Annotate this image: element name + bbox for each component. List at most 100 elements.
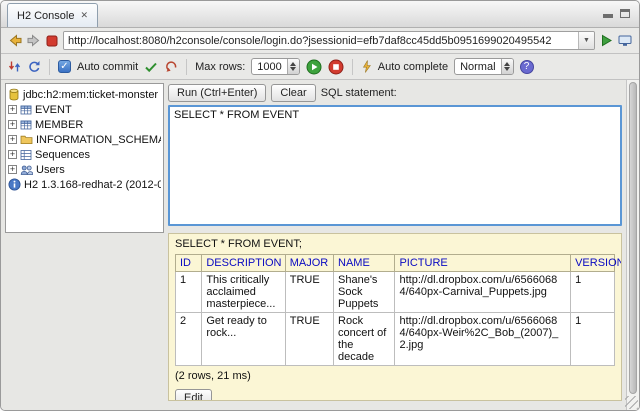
close-icon[interactable]: ✕ (80, 10, 88, 21)
tree-item-label: INFORMATION_SCHEMA (36, 134, 161, 146)
sql-input[interactable]: SELECT * FROM EVENT (168, 105, 622, 226)
cell-version: 1 (571, 272, 615, 313)
tree-item-label: Users (36, 164, 65, 176)
tree-item-event[interactable]: EVENT (8, 102, 161, 117)
tree-item-sequences[interactable]: Sequences (8, 147, 161, 162)
tree-item-member[interactable]: MEMBER (8, 117, 161, 132)
sql-statement-label: SQL statement: (321, 87, 397, 99)
back-icon[interactable] (8, 34, 22, 47)
column-header-id[interactable]: ID (176, 255, 202, 272)
expand-icon[interactable] (8, 135, 17, 144)
tree-item-label: MEMBER (35, 119, 83, 131)
url-input[interactable] (64, 32, 578, 49)
executed-statement: SELECT * FROM EVENT; (175, 238, 615, 250)
expand-icon[interactable] (8, 165, 17, 174)
column-header-major[interactable]: MAJOR (285, 255, 333, 272)
auto-commit-checkbox[interactable] (58, 60, 71, 73)
console-page: jdbc:h2:mem:ticket-monster EVENT MEMBER (1, 80, 639, 410)
cell-picture: http://dl.dropbox.com/u/65660684/640px-W… (395, 313, 571, 366)
resize-grip[interactable] (625, 396, 638, 409)
stop-icon[interactable] (46, 35, 58, 47)
run-button[interactable]: Run (Ctrl+Enter) (168, 84, 266, 102)
tree-item-information-schema[interactable]: INFORMATION_SCHEMA (8, 132, 161, 147)
tab-h2-console[interactable]: H2 Console ✕ (7, 3, 98, 27)
h2-console-window: H2 Console ✕ ▼ (0, 0, 640, 411)
scrollbar-thumb[interactable] (629, 82, 637, 394)
column-header-version[interactable]: VERSION (571, 255, 615, 272)
table-icon (20, 104, 32, 116)
result-table: ID DESCRIPTION MAJOR NAME PICTURE VERSIO… (175, 254, 615, 366)
tree-item-database[interactable]: jdbc:h2:mem:ticket-monster (8, 87, 161, 102)
query-toolbar: Run (Ctrl+Enter) Clear SQL statement: (168, 83, 622, 103)
open-external-icon[interactable] (618, 35, 632, 47)
clear-button[interactable]: Clear (271, 84, 315, 102)
go-icon[interactable] (600, 34, 613, 47)
expand-icon[interactable] (8, 105, 17, 114)
column-header-description[interactable]: DESCRIPTION (202, 255, 285, 272)
commit-icon[interactable] (144, 61, 158, 73)
cell-description: This critically acclaimed masterpiece... (202, 272, 285, 313)
tree-item-label: H2 1.3.168-redhat-2 (2012-07-13 (24, 179, 161, 191)
info-icon (8, 178, 21, 191)
table-row: 2 Get ready to rock... TRUE Rock concert… (176, 313, 615, 366)
stepper-icon (501, 59, 513, 74)
cell-description: Get ready to rock... (202, 313, 285, 366)
edit-button[interactable]: Edit (175, 389, 212, 401)
cell-version: 1 (571, 313, 615, 366)
folder-icon (20, 134, 33, 145)
table-icon (20, 119, 32, 131)
tree-item-users[interactable]: Users (8, 162, 161, 177)
window-controls (603, 9, 630, 18)
header-row: ID DESCRIPTION MAJOR NAME PICTURE VERSIO… (176, 255, 615, 272)
refresh-icon[interactable] (27, 60, 41, 73)
tree-item-label: Sequences (35, 149, 90, 161)
sequences-icon (20, 149, 32, 161)
tab-bar: H2 Console ✕ (1, 1, 639, 28)
cell-picture: http://dl.dropbox.com/u/65660684/640px-C… (395, 272, 571, 313)
auto-commit-label: Auto commit (77, 61, 138, 73)
maximize-icon[interactable] (620, 9, 630, 18)
toolbar-separator (186, 59, 187, 75)
h2-toolbar: Auto commit Max rows: 1000 Auto complete… (1, 54, 639, 80)
forward-icon[interactable] (27, 34, 41, 47)
tree-item-label: jdbc:h2:mem:ticket-monster (23, 89, 158, 101)
expand-icon[interactable] (8, 150, 17, 159)
cell-id: 2 (176, 313, 202, 366)
max-rows-value: 1000 (252, 59, 286, 74)
tab-label: H2 Console (17, 10, 74, 22)
users-icon (20, 164, 33, 176)
url-bar: ▼ (63, 31, 595, 50)
table-row: 1 This critically acclaimed masterpiece.… (176, 272, 615, 313)
disconnect-icon[interactable] (8, 60, 21, 73)
cancel-icon[interactable] (328, 59, 344, 75)
column-header-picture[interactable]: PICTURE (395, 255, 571, 272)
stepper-icon (287, 59, 299, 74)
cell-name: Shane's Sock Puppets (334, 272, 395, 313)
result-status: (2 rows, 21 ms) (175, 370, 615, 382)
minimize-icon[interactable] (603, 14, 613, 18)
toolbar-separator (49, 59, 50, 75)
url-dropdown-icon[interactable]: ▼ (578, 32, 594, 49)
rollback-icon[interactable] (164, 60, 178, 73)
autocomplete-icon[interactable] (361, 60, 372, 73)
auto-complete-select[interactable]: Normal (454, 58, 513, 75)
results-panel: SELECT * FROM EVENT; ID DESCRIPTION MAJO… (168, 233, 622, 401)
auto-complete-label: Auto complete (378, 61, 448, 73)
max-rows-select[interactable]: 1000 (251, 58, 299, 75)
browser-toolbar: ▼ (1, 28, 639, 54)
expand-icon[interactable] (8, 120, 17, 129)
cell-major: TRUE (285, 313, 333, 366)
help-icon[interactable] (520, 60, 534, 74)
cell-name: Rock concert of the decade (334, 313, 395, 366)
cell-major: TRUE (285, 272, 333, 313)
tree-item-version[interactable]: H2 1.3.168-redhat-2 (2012-07-13 (8, 177, 161, 192)
scrollbar[interactable] (626, 80, 639, 410)
query-panel: Run (Ctrl+Enter) Clear SQL statement: SE… (168, 80, 622, 410)
toolbar-separator (352, 59, 353, 75)
run-icon[interactable] (306, 59, 322, 75)
tree-item-label: EVENT (35, 104, 72, 116)
cell-id: 1 (176, 272, 202, 313)
column-header-name[interactable]: NAME (334, 255, 395, 272)
database-icon (8, 88, 20, 101)
auto-complete-value: Normal (455, 59, 500, 74)
